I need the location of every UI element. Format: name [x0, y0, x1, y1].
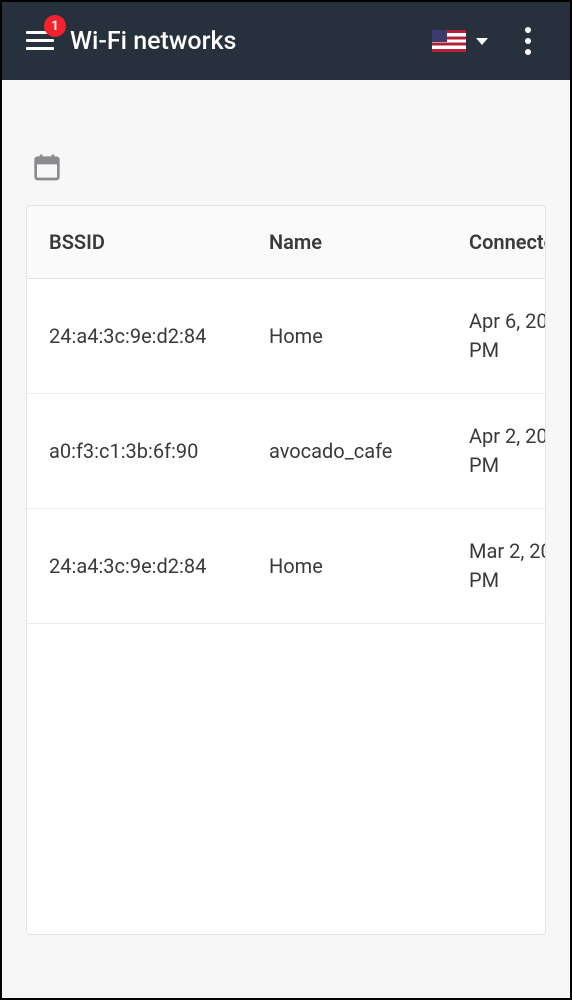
more-vertical-icon	[525, 27, 531, 55]
menu-button[interactable]: 1	[16, 17, 64, 65]
table-row[interactable]: a0:f3:c1:3b:6f:90 avocado_cafe Apr 2, 20…	[27, 394, 545, 509]
cell-connected: Apr 2, 2021 4:12 PM	[447, 394, 545, 509]
column-header-name[interactable]: Name	[247, 206, 447, 279]
date-filter-button[interactable]	[30, 150, 64, 184]
chevron-down-icon	[476, 38, 488, 45]
language-selector[interactable]	[424, 22, 496, 60]
cell-bssid: 24:a4:3c:9e:d2:84	[27, 279, 247, 394]
calendar-icon	[31, 151, 63, 183]
app-header: 1 Wi-Fi networks	[2, 2, 570, 80]
cell-name: Home	[247, 509, 447, 624]
cell-connected: Mar 2, 2021 4:12 PM	[447, 509, 545, 624]
cell-bssid: 24:a4:3c:9e:d2:84	[27, 509, 247, 624]
page-title: Wi-Fi networks	[70, 27, 424, 56]
flag-us-icon	[432, 30, 466, 52]
more-menu-button[interactable]	[504, 17, 552, 65]
cell-bssid: a0:f3:c1:3b:6f:90	[27, 394, 247, 509]
column-header-connected[interactable]: Connected	[447, 206, 545, 279]
notification-badge: 1	[44, 15, 66, 37]
table-row[interactable]: 24:a4:3c:9e:d2:84 Home Apr 6, 2021 4:12 …	[27, 279, 545, 394]
table-row[interactable]: 24:a4:3c:9e:d2:84 Home Mar 2, 2021 4:12 …	[27, 509, 545, 624]
cell-name: Home	[247, 279, 447, 394]
wifi-networks-table: BSSID Name Connected 24:a4:3c:9e:d2:84 H…	[26, 205, 546, 935]
cell-connected: Apr 6, 2021 4:12 PM	[447, 279, 545, 394]
table-header-row: BSSID Name Connected	[27, 206, 545, 279]
column-header-bssid[interactable]: BSSID	[27, 206, 247, 279]
cell-name: avocado_cafe	[247, 394, 447, 509]
